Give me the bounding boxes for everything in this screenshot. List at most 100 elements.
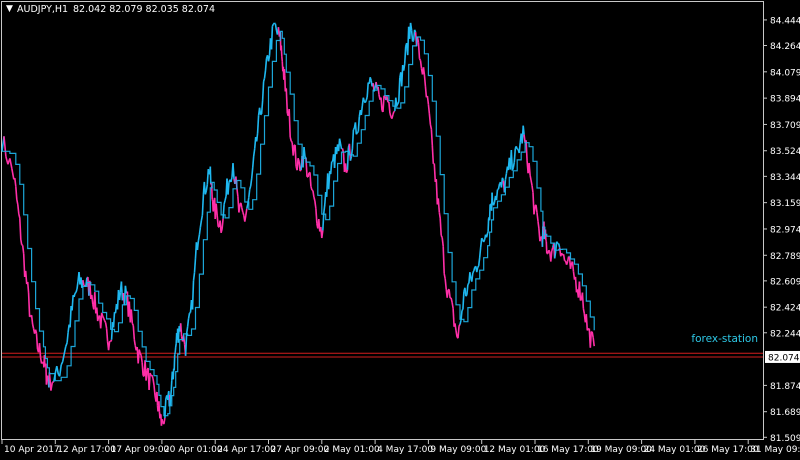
price-segment-241 <box>222 219 223 229</box>
price-segment-202 <box>190 312 191 313</box>
y-tick-label-11: 82.424 <box>770 304 800 314</box>
price-segment-173 <box>170 396 171 405</box>
y-tick-label-4: 83.709 <box>770 121 800 131</box>
price-segment-325 <box>299 162 300 172</box>
price-segment-206 <box>194 273 195 281</box>
price-segment-97 <box>104 318 105 321</box>
price-segment-425 <box>398 102 399 104</box>
price-segment-243 <box>224 200 225 204</box>
price-segment-558 <box>523 126 524 135</box>
price-segment-200 <box>188 319 189 327</box>
price-segment-321 <box>295 145 296 166</box>
price-segment-210 <box>197 241 198 250</box>
price-segment-182 <box>175 353 176 355</box>
price-segment-284 <box>265 71 266 79</box>
ohlc-quote: 82.042 82.079 82.035 82.074 <box>73 4 215 15</box>
price-segment-10 <box>18 205 19 214</box>
price-segment-565 <box>530 175 531 180</box>
price-segment-28 <box>36 330 37 334</box>
price-segment-484 <box>456 331 457 337</box>
price-segment-282 <box>263 82 264 101</box>
price-segment-390 <box>363 98 364 101</box>
price-segment-199 <box>187 327 188 334</box>
price-segment-258 <box>239 204 240 212</box>
price-segment-632 <box>590 332 591 348</box>
price-segment-13 <box>21 239 22 244</box>
price-segment-20 <box>28 282 29 293</box>
price-segment-459 <box>431 129 432 145</box>
price-segment-261 <box>242 208 243 212</box>
price-segment-554 <box>519 143 520 153</box>
price-segment-596 <box>555 251 556 258</box>
price-segment-218 <box>205 191 206 195</box>
x-tick-label-3: 20 Apr 01:00 <box>164 445 223 455</box>
price-segment-567 <box>532 185 533 192</box>
price-segment-175 <box>171 380 172 390</box>
price-segment-184 <box>176 344 177 348</box>
price-segment-189 <box>178 334 179 343</box>
price-segment-393 <box>366 97 367 101</box>
price-segment-148 <box>154 385 155 395</box>
price-segment-379 <box>352 130 353 149</box>
price-segment-515 <box>487 233 488 237</box>
price-segment-164 <box>164 418 165 424</box>
price-segment-280 <box>261 114 262 115</box>
price-segment-67 <box>74 293 75 297</box>
price-segment-378 <box>351 149 352 157</box>
price-segment-416 <box>389 102 390 113</box>
price-segment-469 <box>441 236 442 238</box>
price-segment-342 <box>316 209 317 224</box>
price-segment-494 <box>466 295 467 296</box>
price-segment-193 <box>181 323 182 336</box>
current-price-label: 82.074 <box>768 353 800 363</box>
price-segment-326 <box>300 170 301 171</box>
price-segment-512 <box>484 239 485 242</box>
price-segment-291 <box>272 26 273 49</box>
price-segment-432 <box>405 47 406 64</box>
price-segment-42 <box>46 381 47 385</box>
price-segment-547 <box>512 168 513 171</box>
x-tick-label-6: 2 May 01:00 <box>324 445 380 455</box>
price-segment-592 <box>551 251 552 262</box>
y-tick-label-16: 81.509 <box>770 434 800 444</box>
y-tick-label-14: 81.874 <box>770 382 800 392</box>
price-segment-212 <box>199 227 200 235</box>
price-segment-213 <box>200 221 201 228</box>
price-chart: ▼ AUDJPY,H1 82.042 82.079 82.035 82.074 … <box>0 0 800 456</box>
price-segment-316 <box>290 137 291 141</box>
price-segment-324 <box>298 158 299 161</box>
price-segment-566 <box>531 180 532 185</box>
price-segment-462 <box>434 164 435 182</box>
price-segment-629 <box>587 329 588 330</box>
price-segment-438 <box>411 23 412 30</box>
price-segment-460 <box>432 145 433 164</box>
price-segment-609 <box>568 257 569 262</box>
price-segment-471 <box>443 246 444 273</box>
price-segment-498 <box>470 272 471 278</box>
price-segment-357 <box>331 162 332 174</box>
price-segment-431 <box>404 64 405 71</box>
price-segment-104 <box>111 340 112 342</box>
price-segment-15 <box>23 245 24 254</box>
price-segment-490 <box>462 309 463 310</box>
price-segment-308 <box>284 69 285 76</box>
price-segment-635 <box>593 338 594 346</box>
watermark-label: forex-station <box>691 333 758 345</box>
price-segment-136 <box>142 363 143 376</box>
price-segment-285 <box>266 59 267 71</box>
price-segment-69 <box>76 289 77 292</box>
price-segment-384 <box>357 132 358 133</box>
price-segment-63 <box>70 306 71 327</box>
price-segment-12 <box>20 218 21 239</box>
header-arrow: ▼ <box>6 4 13 14</box>
price-segment-18 <box>26 271 27 284</box>
chart-background <box>0 0 800 456</box>
price-segment-480 <box>452 302 453 308</box>
price-segment-455 <box>427 96 428 104</box>
price-segment-495 <box>467 284 468 295</box>
price-segment-483 <box>455 323 456 330</box>
price-segment-612 <box>571 263 572 269</box>
price-segment-621 <box>579 282 580 301</box>
price-segment-14 <box>22 245 23 246</box>
price-segment-634 <box>592 332 593 338</box>
